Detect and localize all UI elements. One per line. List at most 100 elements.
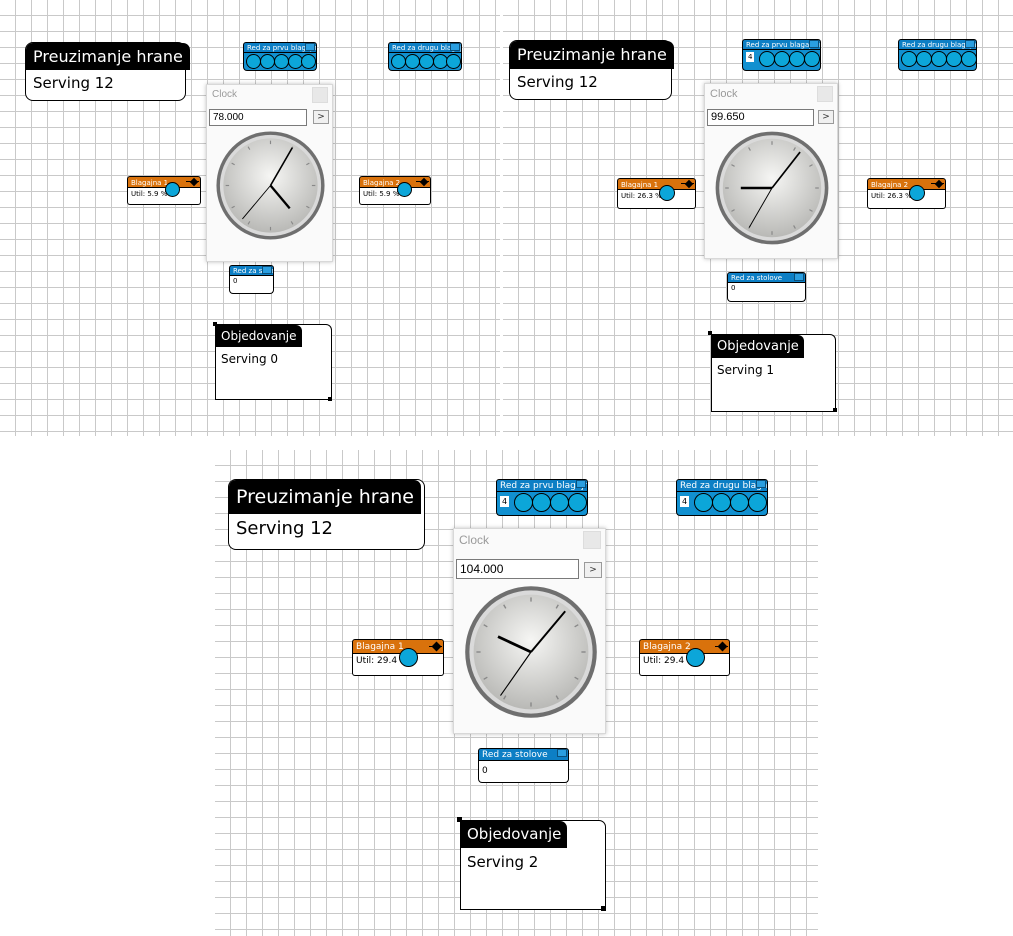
- entity-icon: [514, 493, 533, 512]
- food-station-title: Preuzimanje hrane: [26, 43, 190, 70]
- queue-stats-icon[interactable]: [576, 480, 586, 488]
- close-icon[interactable]: [583, 531, 601, 549]
- queue-first-cashier-count: 4: [500, 496, 510, 507]
- simulation-canvas-1[interactable]: Preuzimanje hrane Serving 12 Red za prvu…: [0, 0, 500, 436]
- cashier-2-util: Util: 29.4 %: [639, 654, 730, 676]
- entity-icon: [659, 185, 675, 201]
- table-queue-count: 0: [727, 283, 806, 302]
- queue-stats-icon[interactable]: [794, 273, 804, 281]
- queue-first-cashier[interactable]: Red za prvu blagajnu: [243, 42, 317, 71]
- queue-stats-icon[interactable]: [756, 480, 766, 488]
- queue-first-cashier[interactable]: Red za prvu blagajnu 4: [496, 479, 588, 516]
- food-station-serving: Serving 12: [236, 518, 334, 539]
- queue-first-cashier-title: Red za prvu blagajnu: [496, 479, 588, 492]
- clock-time-input[interactable]: 78.000: [209, 109, 307, 126]
- cashier-1-util: Util: 5.9 %: [127, 188, 201, 205]
- entity-icon: [568, 493, 587, 512]
- table-queue-count: 0: [478, 761, 569, 783]
- entity-icon: [446, 54, 461, 69]
- entity-icon: [260, 54, 275, 69]
- dining-area[interactable]: Objedovanje Serving 2: [460, 820, 606, 910]
- clock-go-button[interactable]: >: [584, 562, 602, 578]
- food-station[interactable]: Preuzimanje hrane Serving 12: [25, 42, 190, 101]
- clock-face: [715, 131, 829, 245]
- entity-icon: [686, 648, 705, 667]
- entity-icon: [789, 51, 805, 67]
- food-station-serving: Serving 12: [33, 74, 114, 92]
- table-queue[interactable]: Red za stolove 0: [229, 265, 274, 294]
- entity-icon: [399, 648, 418, 667]
- entity-icon: [274, 54, 289, 69]
- entity-icon: [165, 182, 180, 197]
- queue-second-cashier-title: Red za drugu blagajnu: [676, 479, 768, 492]
- clock-go-button[interactable]: >: [818, 110, 834, 124]
- dining-title: Objedovanje: [216, 325, 302, 347]
- queue-second-cashier[interactable]: Red za drugu blagajnu: [898, 39, 977, 71]
- dining-area[interactable]: Objedovanje Serving 1: [711, 334, 836, 412]
- cashier-2[interactable]: Blagajna 2 Util: 5.9 %: [359, 176, 431, 205]
- queue-second-cashier[interactable]: Red za drugu blagajnu 4: [676, 479, 768, 516]
- entity-icon: [405, 54, 420, 69]
- entity-icon: [419, 54, 434, 69]
- clock-window[interactable]: Clock 99.650 >: [704, 83, 838, 259]
- entity-icon: [759, 51, 775, 67]
- close-icon[interactable]: [312, 87, 328, 103]
- queue-stats-icon[interactable]: [450, 43, 460, 51]
- queue-stats-icon[interactable]: [557, 749, 567, 757]
- dining-title: Objedovanje: [712, 335, 804, 358]
- queue-stats-icon[interactable]: [262, 266, 272, 274]
- entity-icon: [909, 185, 925, 201]
- queue-first-cashier[interactable]: Red za prvu blagajnu 4: [742, 39, 821, 71]
- food-station[interactable]: Preuzimanje hrane Serving 12: [228, 479, 425, 550]
- food-station-serving: Serving 12: [517, 73, 598, 91]
- cashier-1-util: Util: 29.4 %: [352, 654, 444, 676]
- clock-title: Clock: [459, 533, 490, 547]
- dining-serving: Serving 0: [221, 352, 279, 366]
- table-queue[interactable]: Red za stolove 0: [727, 272, 806, 302]
- entity-icon: [397, 182, 412, 197]
- entity-icon: [916, 51, 932, 67]
- cashier-2-util: Util: 5.9 %: [359, 188, 431, 205]
- simulation-canvas-3[interactable]: Preuzimanje hrane Serving 12 Red za prvu…: [215, 450, 818, 936]
- entity-icon: [774, 51, 790, 67]
- table-queue[interactable]: Red za stolove 0: [478, 748, 569, 783]
- simulation-canvas-2[interactable]: Preuzimanje hrane Serving 12 Red za prvu…: [503, 0, 1013, 436]
- entity-icon: [301, 54, 316, 69]
- close-icon[interactable]: [817, 86, 833, 102]
- resize-handle[interactable]: [328, 397, 332, 401]
- entity-icon: [694, 493, 713, 512]
- cashier-1[interactable]: Blagajna 1 Util: 5.9 %: [127, 176, 201, 205]
- dining-area[interactable]: Objedovanje Serving 0: [215, 324, 332, 400]
- clock-time-input[interactable]: 104.000: [456, 559, 579, 579]
- clock-time-input[interactable]: 99.650: [707, 109, 814, 126]
- entity-icon: [712, 493, 731, 512]
- clock-window[interactable]: Clock 104.000 >: [453, 528, 606, 734]
- entity-icon: [550, 493, 569, 512]
- queue-stats-icon[interactable]: [965, 40, 975, 48]
- entity-icon: [532, 493, 551, 512]
- entity-icon: [246, 54, 261, 69]
- queue-stats-icon[interactable]: [305, 43, 315, 51]
- cashier-1[interactable]: Blagajna 1 Util: 26.3 %: [617, 178, 696, 209]
- entity-icon: [961, 51, 977, 67]
- clock-title: Clock: [710, 88, 738, 100]
- dining-title: Objedovanje: [461, 821, 568, 848]
- resize-handle[interactable]: [833, 408, 837, 412]
- cashier-2[interactable]: Blagajna 2 Util: 26.3 %: [867, 178, 946, 209]
- queue-first-cashier-count: 4: [746, 52, 755, 62]
- entity-icon: [804, 51, 820, 67]
- queue-second-cashier[interactable]: Red za drugu blagajnu: [388, 42, 462, 71]
- clock-window[interactable]: Clock 78.000 >: [206, 84, 333, 262]
- clock-face: [465, 586, 597, 718]
- cashier-1-util: Util: 26.3 %: [617, 190, 696, 209]
- resize-handle[interactable]: [601, 906, 606, 911]
- clock-face: [216, 131, 325, 240]
- food-station[interactable]: Preuzimanje hrane Serving 12: [509, 40, 674, 100]
- cashier-1[interactable]: Blagajna 1 Util: 29.4 %: [352, 639, 444, 676]
- food-station-title: Preuzimanje hrane: [510, 41, 674, 69]
- table-queue-count: 0: [229, 276, 274, 294]
- queue-stats-icon[interactable]: [809, 40, 819, 48]
- cashier-2[interactable]: Blagajna 2 Util: 29.4 %: [639, 639, 730, 676]
- clock-go-button[interactable]: >: [313, 110, 329, 124]
- clock-title: Clock: [212, 89, 238, 100]
